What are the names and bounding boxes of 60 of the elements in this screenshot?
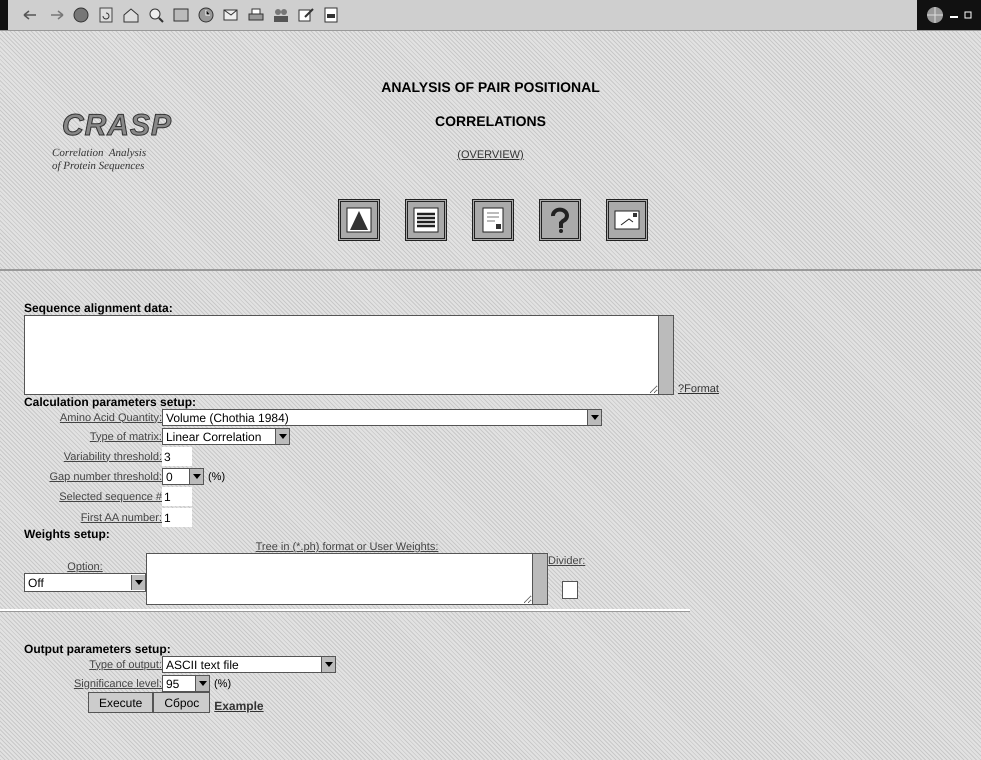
caret-icon (131, 575, 145, 590)
field-label: Variability threshold: (62, 450, 162, 462)
chart-icon[interactable] (338, 199, 380, 241)
weights-textarea[interactable] (146, 553, 532, 605)
edit-icon[interactable] (297, 6, 315, 24)
form-button[interactable]: Сброс (153, 692, 210, 713)
home-icon[interactable] (122, 6, 140, 24)
window-icon[interactable] (322, 6, 340, 24)
dropdown[interactable]: 0 (162, 468, 204, 485)
text-field[interactable]: 3 (162, 447, 192, 466)
table-icon[interactable] (404, 199, 446, 241)
form-button[interactable]: Execute (88, 692, 154, 713)
logo-subtitle: Correlation Analysis of Protein Sequences (52, 147, 146, 173)
section-heading: Calculation parameters setup: (24, 395, 198, 409)
field-label: Type of output: (88, 658, 162, 670)
text-field[interactable]: 1 (162, 487, 192, 506)
restore-icon[interactable] (964, 11, 972, 19)
field-label: First AA number: (80, 512, 162, 524)
logo-wordmark: CRASP (62, 109, 172, 143)
caret-icon (275, 429, 289, 444)
scrollbar[interactable] (532, 553, 548, 605)
help-icon[interactable] (538, 199, 580, 241)
dropdown[interactable]: Off (24, 573, 146, 592)
dropdown[interactable]: 95 (162, 675, 210, 692)
unit-label: (%) (214, 678, 232, 690)
divider-label: Divider: (548, 555, 586, 567)
sequence-textarea[interactable] (24, 315, 658, 395)
dropdown[interactable]: Volume (Chothia 1984) (162, 409, 602, 426)
scrollbar[interactable] (658, 315, 674, 395)
page-title: CORRELATIONS (435, 113, 546, 129)
document-icon[interactable] (472, 199, 514, 241)
unit-label: (%) (208, 470, 226, 482)
overview-link[interactable]: (OVERVIEW) (457, 149, 524, 161)
field-label: Type of matrix: (88, 430, 162, 442)
section-heading: Output parameters setup: (24, 642, 172, 656)
option-label: Option: (67, 561, 103, 573)
window-edge-bar (0, 0, 8, 30)
format-link[interactable]: ?Format (678, 383, 719, 395)
refresh-icon[interactable] (97, 6, 115, 24)
caret-icon (587, 410, 601, 425)
caret-icon (189, 469, 203, 484)
globe-icon (926, 6, 944, 24)
section-heading: Sequence alignment data: (24, 301, 174, 315)
field-label: Selected sequence # (58, 490, 162, 502)
example-link[interactable]: Example (214, 699, 264, 713)
dropdown[interactable]: ASCII text file (162, 656, 336, 673)
search-icon[interactable] (147, 6, 165, 24)
caret-icon (195, 676, 209, 691)
field-label: Gap number threshold: (48, 470, 162, 482)
field-label: Significance level: (72, 678, 162, 690)
dropdown[interactable]: Linear Correlation (162, 428, 290, 445)
history-icon[interactable] (197, 6, 215, 24)
caret-icon (321, 657, 335, 672)
checkbox[interactable] (562, 581, 578, 599)
field-label: Amino Acid Quantity: (58, 412, 162, 424)
text-field[interactable]: 1 (162, 508, 192, 527)
people-icon[interactable] (272, 6, 290, 24)
section-heading: Weights setup: (24, 527, 111, 541)
page-title: ANALYSIS OF PAIR POSITIONAL (381, 79, 600, 95)
tree-label: Tree in (*.ph) format or User Weights: (256, 541, 438, 553)
